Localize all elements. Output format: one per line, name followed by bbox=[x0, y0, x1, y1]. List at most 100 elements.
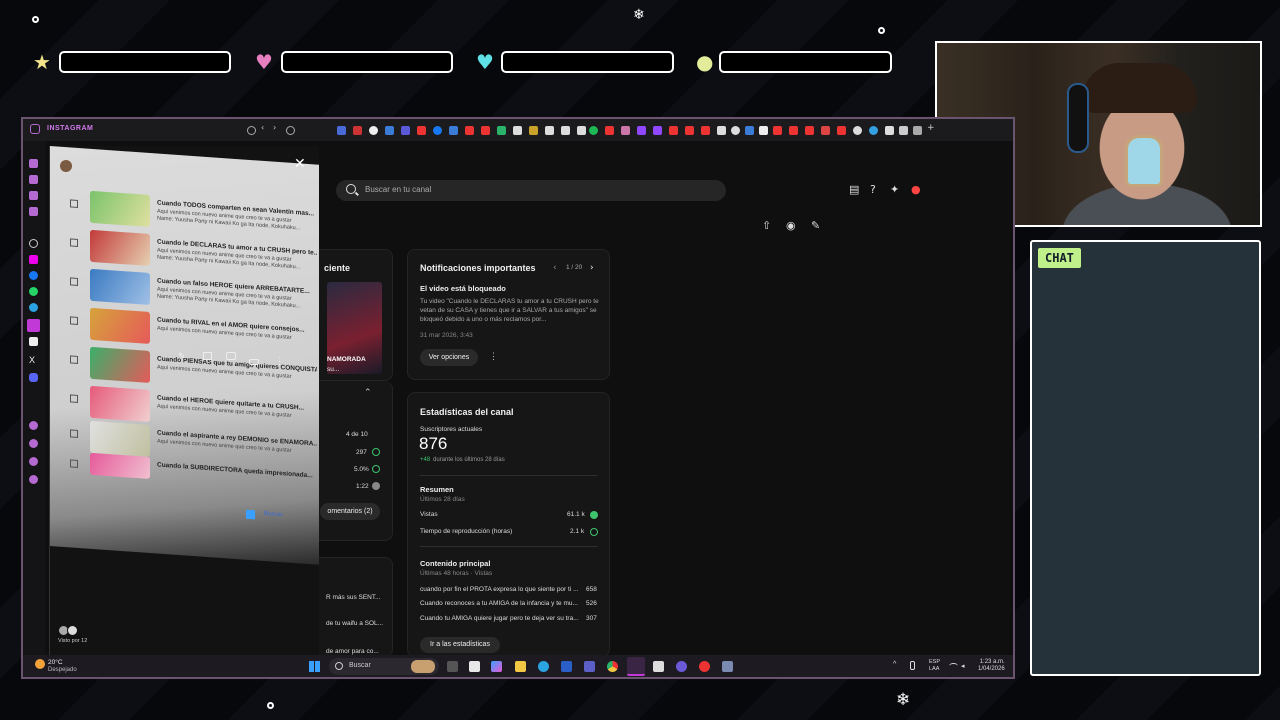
top-content-item[interactable]: Cuando reconoces a tu AMIGA de la infanc… bbox=[420, 600, 580, 607]
tab-favicon[interactable] bbox=[773, 126, 782, 135]
rail-icon[interactable] bbox=[29, 239, 38, 248]
tab-favicon[interactable] bbox=[605, 126, 614, 135]
prev-icon[interactable]: ‹ bbox=[553, 263, 557, 273]
app-icon[interactable] bbox=[699, 661, 710, 672]
top-content-item[interactable]: cuando por fin el PROTA expresa lo que s… bbox=[420, 586, 580, 593]
taskbar-search[interactable]: Buscar bbox=[329, 658, 439, 675]
edit-icon[interactable]: ✎ bbox=[811, 220, 820, 231]
upload-icon[interactable]: ⇧ bbox=[762, 220, 771, 231]
comment-icon[interactable] bbox=[226, 352, 236, 360]
tab-favicon[interactable] bbox=[577, 126, 586, 135]
tab-favicon[interactable] bbox=[913, 126, 922, 135]
tab-favicon[interactable] bbox=[759, 126, 768, 135]
settings-icon[interactable] bbox=[247, 126, 256, 135]
tab-favicon[interactable] bbox=[561, 126, 570, 135]
edge-icon[interactable] bbox=[538, 661, 549, 672]
reload-icon[interactable] bbox=[286, 126, 295, 135]
rail-icon[interactable] bbox=[29, 421, 38, 430]
tab-favicon[interactable] bbox=[385, 126, 394, 135]
comments-button[interactable]: omentarios (2) bbox=[320, 503, 380, 520]
tab-favicon[interactable] bbox=[637, 126, 646, 135]
edit-icon[interactable]: ✎ bbox=[178, 352, 186, 362]
tab-favicon[interactable] bbox=[545, 126, 554, 135]
task-view-icon[interactable] bbox=[447, 661, 458, 672]
tab-favicon[interactable] bbox=[731, 126, 740, 135]
tab-favicon[interactable] bbox=[869, 126, 878, 135]
list-item[interactable]: R más sus SENT... bbox=[326, 594, 381, 601]
volume-icon[interactable]: ◂ bbox=[961, 662, 965, 670]
video-thumbnail[interactable]: NAMORADA su... bbox=[327, 282, 382, 374]
tab-favicon[interactable] bbox=[899, 126, 908, 135]
obs-icon[interactable] bbox=[676, 661, 687, 672]
capcut-icon[interactable] bbox=[653, 661, 664, 672]
x-icon[interactable]: X bbox=[29, 355, 38, 365]
more-options-icon[interactable]: ⋮ bbox=[489, 351, 498, 362]
live-icon[interactable]: ◉ bbox=[786, 220, 796, 231]
tab-favicon[interactable] bbox=[481, 126, 490, 135]
settings-icon[interactable] bbox=[722, 661, 733, 672]
story-viewed-count[interactable]: Visto por 12 bbox=[58, 638, 87, 644]
collapse-chevron-icon[interactable]: ⌃ bbox=[364, 387, 372, 398]
tab-favicon[interactable] bbox=[821, 126, 830, 135]
tab-favicon[interactable] bbox=[669, 126, 678, 135]
rail-icon[interactable] bbox=[29, 191, 38, 200]
discord-icon[interactable] bbox=[29, 373, 38, 382]
weather-temperature[interactable]: 20°C bbox=[48, 659, 63, 666]
tab-favicon[interactable] bbox=[885, 126, 894, 135]
tab-favicon[interactable] bbox=[685, 126, 694, 135]
tab-favicon[interactable] bbox=[337, 126, 346, 135]
tab-favicon[interactable] bbox=[653, 126, 662, 135]
image-icon[interactable] bbox=[203, 352, 212, 360]
weather-description[interactable]: Despejado bbox=[48, 667, 77, 673]
rail-icon[interactable] bbox=[29, 255, 38, 264]
captions-icon[interactable]: ▤ bbox=[849, 184, 859, 195]
rail-icon[interactable] bbox=[29, 475, 38, 484]
copilot-icon[interactable] bbox=[491, 661, 502, 672]
telegram-icon[interactable] bbox=[29, 303, 38, 312]
new-tab-icon[interactable]: + bbox=[927, 123, 936, 133]
more-options-icon[interactable]: ⋮ bbox=[275, 356, 284, 367]
tab-favicon[interactable] bbox=[717, 126, 726, 135]
rail-icon[interactable] bbox=[29, 457, 38, 466]
channel-search-input[interactable]: Buscar en tu canal bbox=[336, 180, 726, 201]
tab-favicon[interactable] bbox=[433, 126, 442, 135]
store-icon[interactable] bbox=[469, 661, 480, 672]
tab-favicon[interactable] bbox=[401, 126, 410, 135]
wifi-icon[interactable] bbox=[949, 663, 958, 669]
whatsapp-icon[interactable] bbox=[29, 287, 38, 296]
help-icon[interactable]: ? bbox=[870, 184, 876, 195]
opera-gx-icon[interactable] bbox=[627, 657, 645, 676]
rail-icon[interactable] bbox=[29, 439, 38, 448]
tab-favicon[interactable] bbox=[369, 126, 378, 135]
next-icon[interactable]: › bbox=[590, 263, 594, 273]
view-options-button[interactable]: Ver opciones bbox=[420, 349, 478, 366]
tab-favicon[interactable] bbox=[465, 126, 474, 135]
story-viewers[interactable] bbox=[58, 625, 84, 636]
input-language[interactable]: ESP LAA bbox=[929, 659, 940, 673]
tab-favicon[interactable] bbox=[589, 126, 598, 135]
tiktok-icon[interactable] bbox=[29, 337, 38, 346]
notification-bell-icon[interactable]: ● bbox=[911, 184, 921, 195]
tray-chevron-icon[interactable]: ^ bbox=[893, 661, 896, 668]
tab-favicon[interactable] bbox=[745, 126, 754, 135]
tab-favicon[interactable] bbox=[417, 126, 426, 135]
list-item[interactable]: de tu waifu a SOL... bbox=[326, 620, 383, 627]
tab-favicon[interactable] bbox=[853, 126, 862, 135]
forward-icon[interactable]: › bbox=[273, 123, 282, 132]
instagram-icon[interactable] bbox=[30, 124, 40, 134]
rail-icon[interactable] bbox=[29, 175, 38, 184]
tab-favicon[interactable] bbox=[805, 126, 814, 135]
avatar[interactable] bbox=[60, 160, 72, 172]
rail-icon[interactable] bbox=[29, 207, 38, 216]
list-item[interactable]: de amor para co... bbox=[326, 648, 379, 655]
tab-favicon[interactable] bbox=[449, 126, 458, 135]
close-icon[interactable]: ✕ bbox=[294, 156, 306, 172]
tab-favicon[interactable] bbox=[837, 126, 846, 135]
messenger-icon[interactable] bbox=[29, 271, 38, 280]
top-content-item[interactable]: Cuando tu AMIGA quiere jugar pero te dej… bbox=[420, 615, 580, 622]
teams-icon[interactable] bbox=[584, 661, 595, 672]
tab-favicon[interactable] bbox=[529, 126, 538, 135]
word-icon[interactable] bbox=[561, 661, 572, 672]
weather-sun-icon[interactable] bbox=[35, 659, 45, 669]
tab-favicon[interactable] bbox=[701, 126, 710, 135]
